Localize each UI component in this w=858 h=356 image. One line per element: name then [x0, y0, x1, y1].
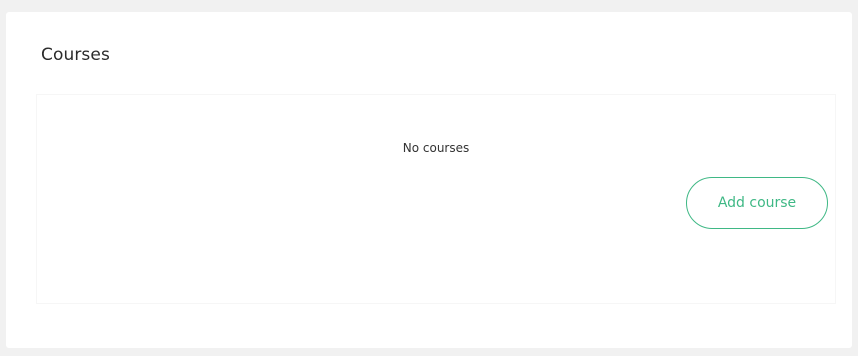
courses-card: Courses No courses Add course	[6, 12, 852, 348]
empty-state-message: No courses	[402, 141, 470, 155]
courses-title: Courses	[41, 45, 110, 65]
add-course-button[interactable]: Add course	[686, 177, 828, 229]
